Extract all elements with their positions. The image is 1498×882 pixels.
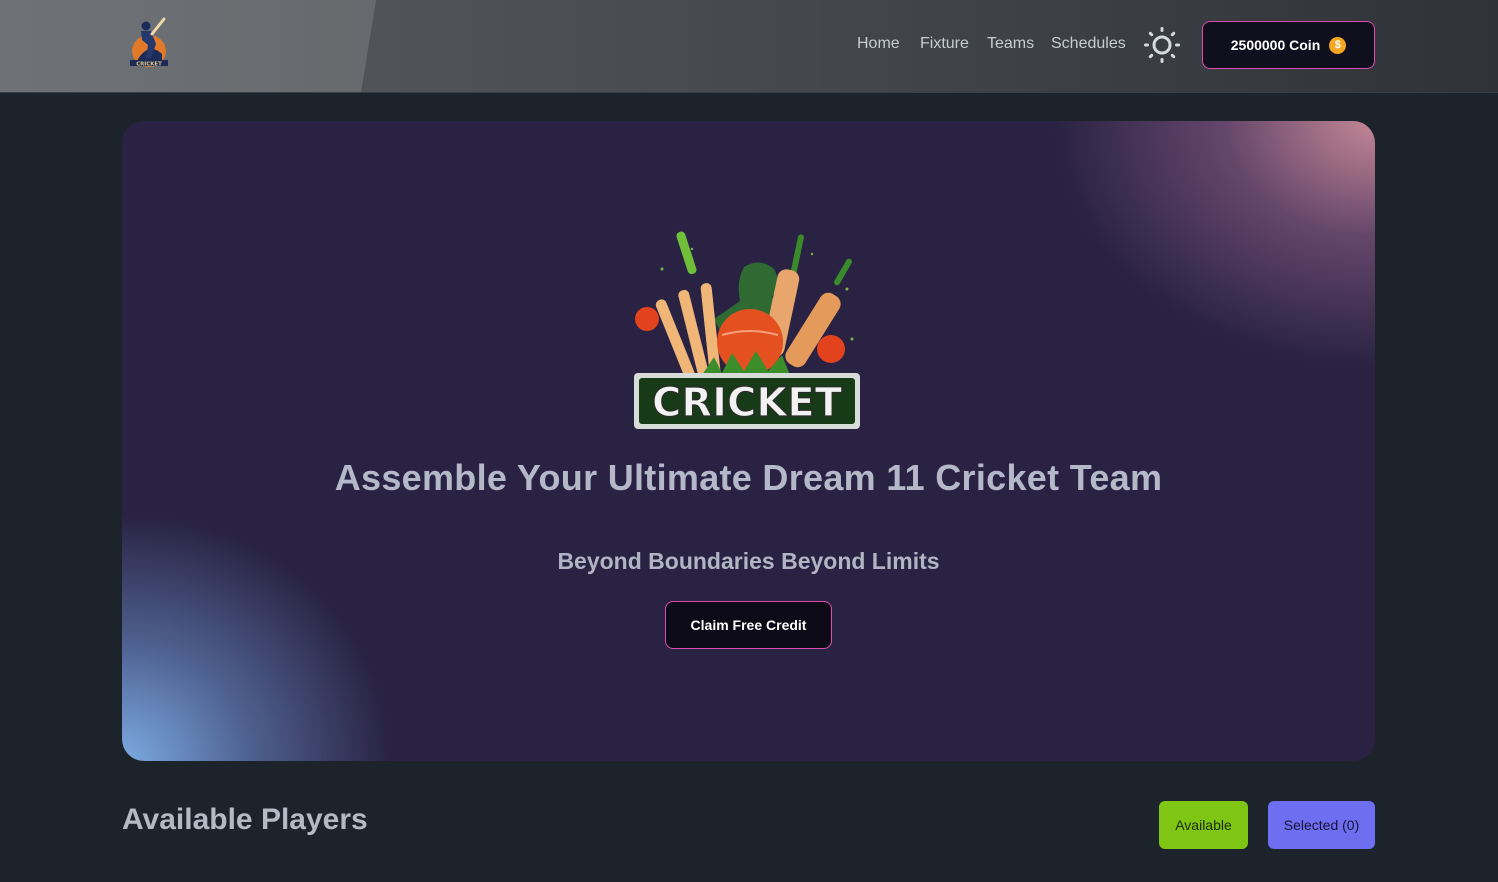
hero-title: Assemble Your Ultimate Dream 11 Cricket … bbox=[334, 457, 1163, 498]
nav-fixture[interactable]: Fixture bbox=[920, 35, 969, 53]
hero-banner-text: CRICKET bbox=[652, 380, 843, 426]
site-header: CRICKET Home Fixture Teams Schedules 250… bbox=[0, 0, 1498, 93]
dollar-coin-icon: $ bbox=[1329, 36, 1347, 54]
available-toggle-button[interactable]: Available bbox=[1159, 801, 1248, 849]
hero-subtitle: Beyond Boundaries Beyond Limits bbox=[557, 548, 940, 574]
available-players-title: Available Players bbox=[122, 803, 368, 836]
cricket-hero-illustration: CRICKET bbox=[634, 231, 860, 429]
logo-text: CRICKET bbox=[136, 61, 162, 67]
nav-teams[interactable]: Teams bbox=[987, 35, 1034, 53]
coin-balance-button[interactable]: 2500000 Coin $ bbox=[1202, 21, 1375, 69]
nav-schedules[interactable]: Schedules bbox=[1051, 35, 1126, 53]
nav-home[interactable]: Home bbox=[857, 35, 900, 53]
selected-toggle-button[interactable]: Selected (0) bbox=[1268, 801, 1375, 849]
hero-banner: CRICKET Assemble Your Ultimate Dream 11 … bbox=[122, 121, 1375, 761]
claim-free-credit-button[interactable]: Claim Free Credit bbox=[665, 601, 832, 649]
sun-icon[interactable] bbox=[1143, 26, 1181, 64]
coin-balance-label: 2500000 Coin bbox=[1230, 37, 1321, 53]
